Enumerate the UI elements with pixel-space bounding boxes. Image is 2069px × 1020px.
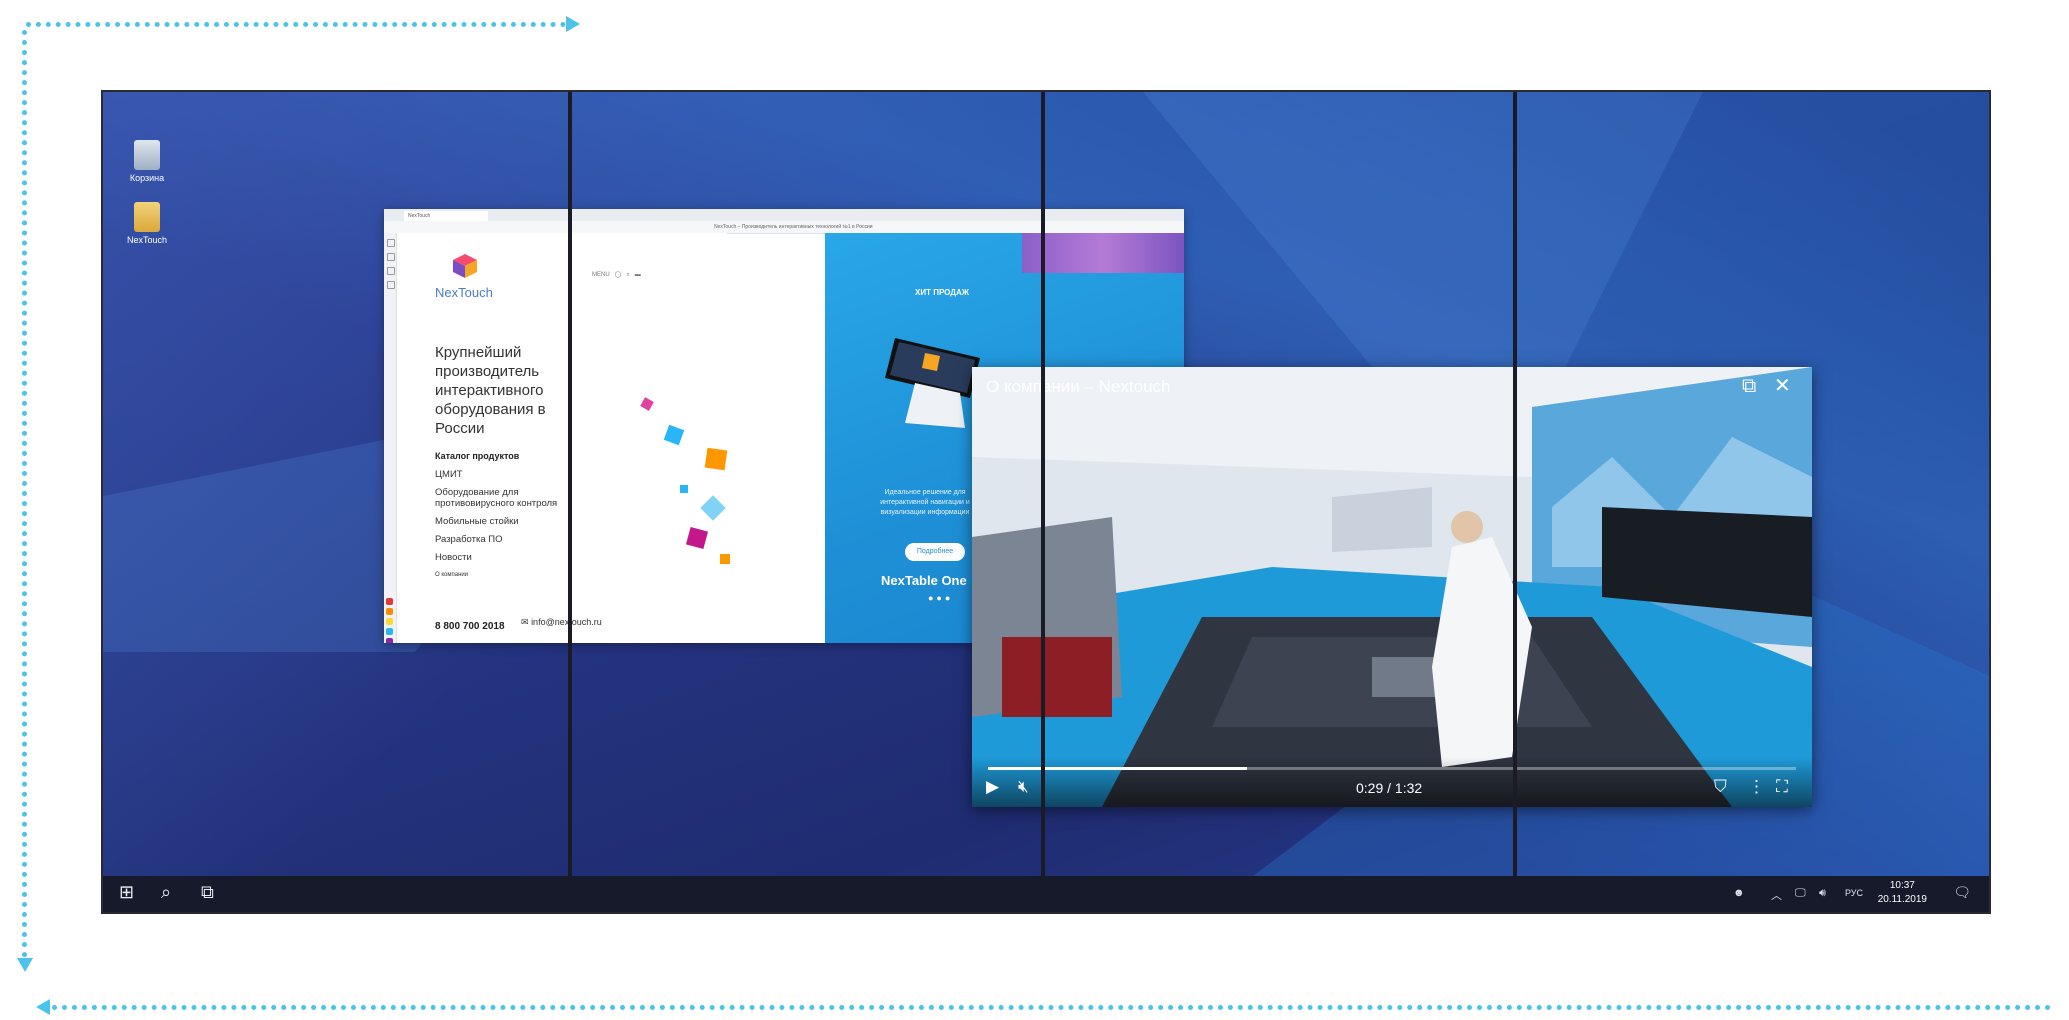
site-nav-icons[interactable]: MENU ◯ ⌕ ▬ [592, 271, 641, 279]
nextouch-logo-icon [453, 254, 477, 278]
sidebar-tool-icon[interactable] [387, 239, 395, 247]
more-options-icon[interactable]: ⋮ [1748, 777, 1765, 797]
fullscreen-icon[interactable]: ⛶ [1776, 777, 1788, 797]
panel-bezel [1041, 92, 1045, 912]
more-button[interactable]: Подробнее [905, 543, 965, 561]
carousel-dots[interactable]: ●●● [928, 593, 953, 603]
color-swatch-yellow[interactable] [386, 618, 393, 625]
bottom-arrow-head [36, 999, 50, 1015]
search-icon[interactable]: ⌕ [161, 882, 171, 903]
browser-sidebar [384, 233, 397, 643]
cube-decoration [680, 485, 688, 493]
bottom-dotted-arrow-line [52, 1005, 2052, 1010]
desktop-icon-label: Корзина [129, 173, 165, 183]
chevron-up-icon[interactable]: ︿ [1771, 887, 1782, 903]
desktop-icon-nextouch[interactable]: NexTouch [117, 202, 177, 245]
close-icon[interactable]: ✕ [1774, 375, 1791, 397]
network-icon[interactable]: 🖵︎ [1795, 887, 1806, 900]
video-title: О компании – Nextouch [986, 377, 1171, 396]
desktop-icon-label: NexTouch [126, 235, 168, 245]
product-description: Идеальное решение для интерактивной нави… [880, 489, 970, 516]
kiosk-product-image [885, 338, 980, 428]
video-time: 0:29 / 1:32 [1356, 780, 1423, 796]
mail-icon: ✉ [521, 617, 529, 627]
color-swatch-purple[interactable] [386, 638, 393, 643]
browser-tab-bar: NexTouch [384, 209, 1184, 221]
panel-bezel [568, 92, 572, 912]
top-dotted-arrow-line [26, 22, 566, 27]
video-frame-image [972, 367, 1812, 807]
play-icon[interactable]: ▶ [986, 777, 999, 797]
panel-bezel [1513, 92, 1517, 912]
pip-exit-icon[interactable]: ⧉ [1742, 375, 1756, 397]
folder-icon [134, 202, 160, 232]
volume-icon[interactable]: 🔊︎ [1819, 887, 1826, 900]
video-progress-fill [988, 767, 1247, 770]
sidebar-tool-icon[interactable] [387, 267, 395, 275]
color-swatch-orange[interactable] [386, 608, 393, 615]
video-player-window[interactable]: О компании – Nextouch ⧉ ✕ ▶ 🔇︎ 0:29 / 1:… [972, 367, 1812, 807]
clock-date: 20.11.2019 [1877, 894, 1927, 905]
bookmark-icon[interactable]: ⛉ [1714, 777, 1727, 797]
browser-tab[interactable]: NexTouch [404, 211, 488, 221]
taskbar: ⊞ ⌕ ⧉ ☻ ︿ 🖵︎ 🔊︎ РУС 10:37 20.11.2019 🗨︎ [103, 876, 1989, 912]
taskbar-clock[interactable]: 10:37 20.11.2019 [1878, 879, 1927, 907]
language-indicator[interactable]: РУС [1845, 888, 1863, 898]
sidebar-tool-icon[interactable] [387, 281, 395, 289]
people-icon[interactable]: ☻ [1733, 887, 1745, 899]
video-controls: ▶ 🔇︎ 0:29 / 1:32 ⛉ ⋮ ⛶ [972, 757, 1812, 807]
top-arrow-head [566, 16, 580, 32]
hit-label: ХИТ ПРОДАЖ [915, 288, 969, 297]
email-text: info@nextouch.ru [531, 617, 602, 627]
browser-page-title: NexTouch – Производитель интерактивных т… [714, 224, 873, 230]
color-swatch-red[interactable] [386, 598, 393, 605]
color-swatch-blue[interactable] [386, 628, 393, 635]
clock-time: 10:37 [1889, 880, 1915, 891]
cube-decoration [720, 554, 730, 564]
left-dotted-arrow-line [22, 30, 27, 958]
cube-decoration [704, 447, 728, 471]
hero-heading: Крупнейший производитель интерактивного … [435, 344, 546, 437]
mute-icon[interactable]: 🔇︎ [1018, 777, 1029, 797]
phone-number[interactable]: 8 800 700 2018 [435, 621, 505, 632]
catalog-title[interactable]: Каталог продуктов [435, 451, 519, 461]
product-name: NexTable One [881, 573, 967, 588]
notifications-icon[interactable]: 🗨︎ [1953, 884, 1971, 901]
display-wall: Корзина NexTouch NexTouch NexTouch – Про… [101, 90, 1991, 914]
windows-start-icon[interactable]: ⊞ [119, 882, 134, 903]
desktop-icon-recycle-bin[interactable]: Корзина [117, 140, 177, 183]
site-purple-image [1022, 233, 1184, 273]
recycle-bin-icon [134, 140, 160, 170]
email-link[interactable]: ✉ info@nextouch.ru [521, 617, 602, 628]
video-progress-bar[interactable] [988, 767, 1796, 770]
logo-text[interactable]: NexTouch [435, 285, 493, 300]
left-arrow-head [17, 958, 33, 972]
task-view-icon[interactable]: ⧉ [201, 882, 214, 903]
sidebar-tool-icon[interactable] [387, 253, 395, 261]
